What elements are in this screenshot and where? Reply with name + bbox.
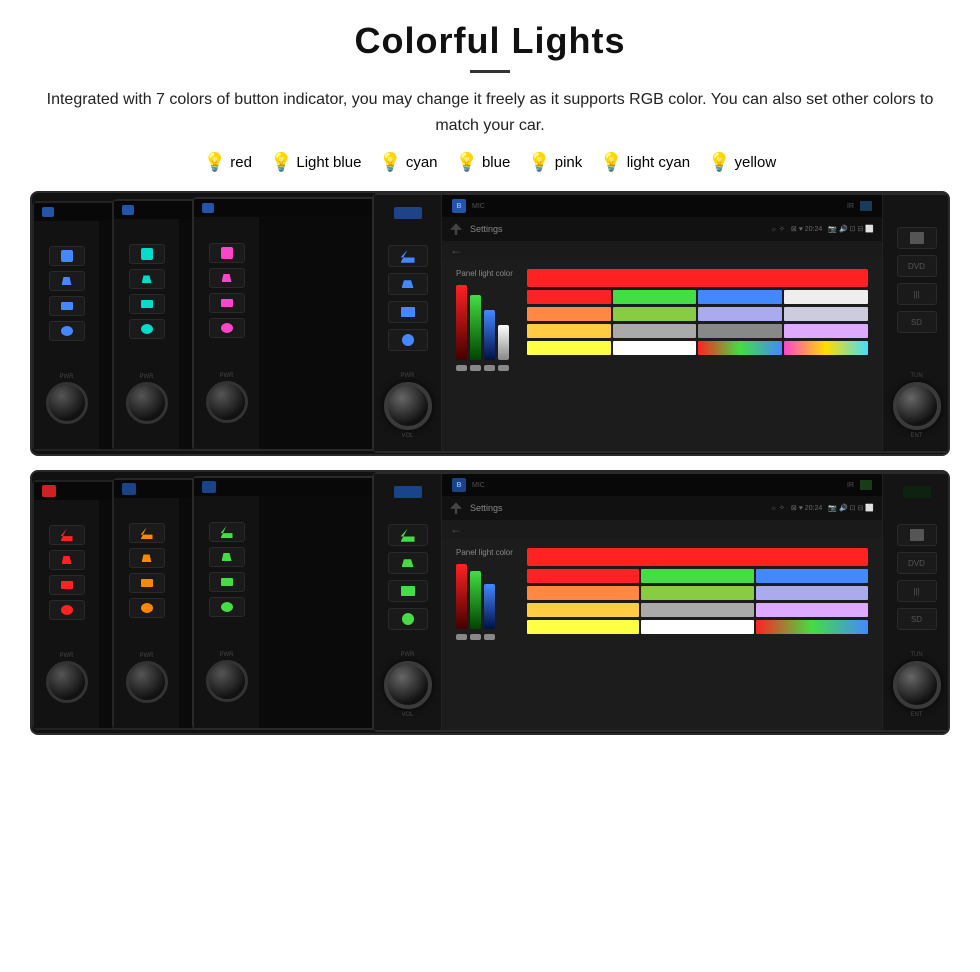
device-row-2: PWR xyxy=(30,470,950,735)
color-label-lightcyan: light cyan xyxy=(627,154,690,171)
red-bulb-icon: 💡 xyxy=(204,152,226,173)
lightblue-bulb-icon: 💡 xyxy=(270,152,292,173)
color-item-cyan: 💡 cyan xyxy=(379,152,437,173)
main-title: Colorful Lights xyxy=(30,20,950,62)
color-label-red: red xyxy=(230,154,252,171)
page-container: Colorful Lights Integrated with 7 colors… xyxy=(0,0,980,755)
pink-bulb-icon: 💡 xyxy=(528,152,550,173)
color-item-lightcyan: 💡 light cyan xyxy=(600,152,690,173)
ghost-panel-1: PWR xyxy=(192,197,392,451)
title-divider xyxy=(470,70,510,73)
color-label-pink: pink xyxy=(555,154,583,171)
color-indicators: 💡 red 💡 Light blue 💡 cyan 💡 blue 💡 pink … xyxy=(30,152,950,173)
color-label-cyan: cyan xyxy=(406,154,438,171)
color-label-yellow: yellow xyxy=(734,154,776,171)
color-item-pink: 💡 pink xyxy=(528,152,582,173)
color-item-blue: 💡 blue xyxy=(456,152,511,173)
description: Integrated with 7 colors of button indic… xyxy=(30,87,950,138)
blue-bulb-icon: 💡 xyxy=(456,152,478,173)
main-panel-1: PWR VOL B MIC xyxy=(372,193,950,453)
yellow-bulb-icon: 💡 xyxy=(708,152,730,173)
color-item-lightblue: 💡 Light blue xyxy=(270,152,361,173)
main-panel-2: PWR VOL B MIC xyxy=(372,472,950,732)
ghost-panel-2-1: PWR xyxy=(192,476,392,730)
color-label-blue: blue xyxy=(482,154,510,171)
device-row-1: PWR xyxy=(30,191,950,456)
lightcyan-bulb-icon: 💡 xyxy=(600,152,622,173)
title-section: Colorful Lights Integrated with 7 colors… xyxy=(30,20,950,138)
panel-light-label-2: Panel light color xyxy=(456,548,513,557)
color-label-lightblue: Light blue xyxy=(296,154,361,171)
cyan-bulb-icon: 💡 xyxy=(379,152,401,173)
devices-section: PWR xyxy=(30,191,950,735)
color-item-red: 💡 red xyxy=(204,152,252,173)
color-item-yellow: 💡 yellow xyxy=(708,152,776,173)
panel-light-label-1: Panel light color xyxy=(456,269,513,278)
